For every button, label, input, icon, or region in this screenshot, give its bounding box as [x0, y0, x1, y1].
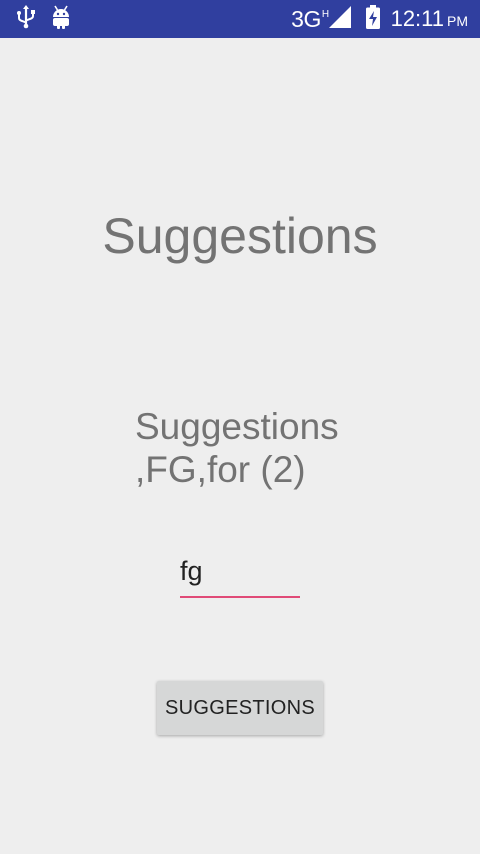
status-right-icons: 3GH 12:11 PM — [291, 0, 468, 38]
network-type-sup: H — [321, 8, 329, 20]
page-title: Suggestions — [102, 208, 378, 264]
android-debug-icon — [50, 5, 72, 34]
status-bar: 3GH 12:11 PM — [0, 0, 480, 38]
suggestions-button[interactable]: SUGGESTIONS — [157, 681, 323, 735]
battery-charging-icon — [365, 4, 381, 34]
input-underline — [180, 596, 300, 598]
clock-ampm: PM — [447, 13, 468, 29]
search-input-container — [180, 551, 300, 599]
signal-icon — [328, 5, 351, 33]
clock: 12:11 PM — [390, 6, 468, 31]
search-input[interactable] — [180, 551, 300, 591]
status-left-icons — [16, 0, 72, 38]
usb-icon — [16, 4, 36, 34]
network-type: 3GH — [291, 5, 329, 32]
suggestions-result-text: Suggestions ,FG,for (2) — [135, 406, 339, 490]
